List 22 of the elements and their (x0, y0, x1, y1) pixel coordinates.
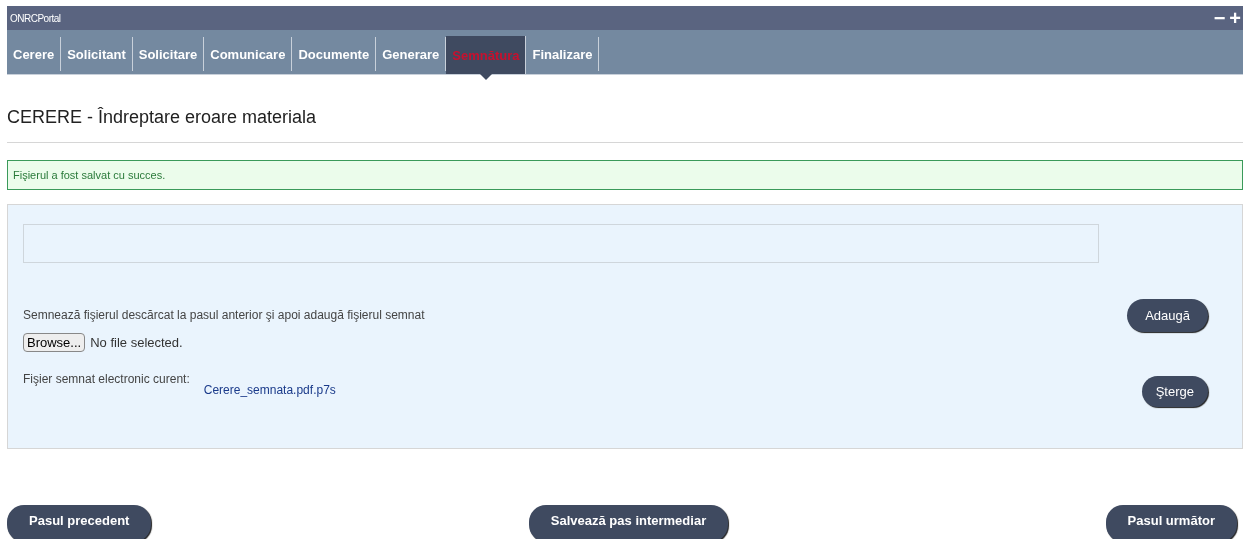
nav-button[interactable]: Pasul precedent (7, 505, 152, 539)
window-title: ONRCPortal (10, 12, 61, 24)
tab[interactable]: Comunicare (204, 37, 293, 71)
pointer-icon (479, 74, 492, 80)
add-button[interactable]: Adaugă (1127, 299, 1208, 332)
tab[interactable]: Documente (292, 37, 377, 71)
window-control[interactable]: + (1227, 8, 1243, 28)
page-heading: CERERE - Îndreptare eroare materiala (7, 107, 318, 128)
current-file-label: Fişier semnat electronic curent: (23, 372, 190, 386)
nav-button[interactable]: Pasul următor (1105, 505, 1237, 539)
tab[interactable]: Cerere (7, 37, 62, 71)
nav-button[interactable]: Salvează pas intermediar (528, 505, 729, 539)
instruction-text: Semnează fişierul descărcat la pasul anterior şi apoi adaugă fişierul semnat (23, 308, 425, 322)
file-status: No file selected. (90, 335, 183, 350)
window-control[interactable]: − (1211, 8, 1228, 28)
file-link[interactable]: Cerere_semnata.pdf.p7s (203, 383, 336, 397)
delete-button[interactable]: Şterge (1141, 376, 1208, 407)
tab[interactable]: Finalizare (526, 37, 600, 71)
tab[interactable]: Solicitare (132, 37, 205, 71)
browse-button[interactable]: Browse... (23, 333, 86, 352)
tab[interactable]: Solicitant (61, 37, 133, 71)
success-message: Fişierul a fost salvat cu succes. (7, 160, 1243, 190)
